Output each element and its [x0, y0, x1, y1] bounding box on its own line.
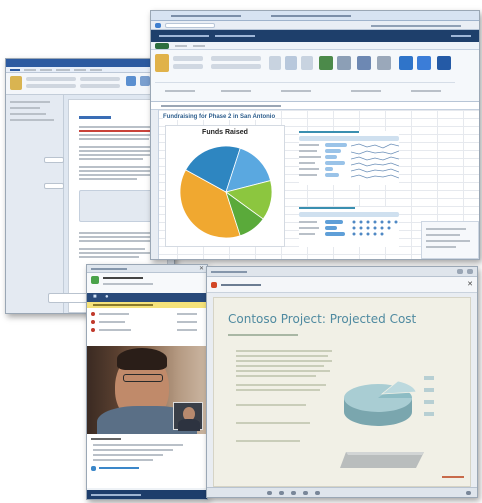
excel-ribbon[interactable] [151, 50, 479, 102]
word-ribbon[interactable] [6, 73, 174, 95]
people-icon[interactable]: ● [105, 294, 109, 300]
funds-pie-chart [179, 145, 273, 239]
lync-status-bar [87, 490, 207, 499]
slide-3d-slab [340, 452, 424, 468]
video-feed[interactable] [87, 346, 207, 434]
ppt-title-bar [207, 267, 477, 277]
slide-subtitle [228, 334, 298, 336]
dot-sparklines [352, 220, 398, 236]
lync-toolbar[interactable]: ■ ● [87, 293, 207, 302]
powerpoint-sharing-window: ✕ Contoso Project: Projected Cost [206, 266, 478, 498]
sparklines [351, 143, 399, 179]
excel-suite-bar [151, 30, 479, 42]
participant-list[interactable] [87, 308, 207, 346]
excel-ribbon-tabs[interactable] [151, 42, 479, 50]
instant-message-history[interactable] [87, 434, 207, 488]
task-pane[interactable] [421, 221, 479, 259]
formula-bar[interactable] [151, 102, 479, 110]
sheet-heading: Fundraising for Phase 2 in San Antonio [163, 114, 276, 120]
word-title-bar [6, 59, 174, 67]
browser-address-bar[interactable] [151, 21, 479, 30]
excel-web-app-window: Fundraising for Phase 2 in San Antonio F… [150, 10, 480, 260]
donors-table[interactable] [299, 131, 399, 185]
chart-title: Funds Raised [202, 129, 248, 136]
lync-contact-header [87, 273, 207, 293]
row-headers [151, 110, 159, 259]
campaign-table[interactable] [299, 207, 399, 247]
word-comment-balloon[interactable] [44, 157, 64, 163]
ppt-status-bar[interactable] [207, 487, 477, 497]
slide[interactable]: Contoso Project: Projected Cost [213, 297, 471, 487]
pie-chart-card[interactable]: Funds Raised [165, 125, 285, 247]
ppt-toolbar[interactable]: ✕ [207, 277, 477, 293]
self-view-thumbnail[interactable] [173, 402, 203, 431]
close-icon[interactable]: ✕ [467, 280, 473, 288]
lync-conversation-window: ✕ ■ ● [86, 264, 208, 500]
word-comment-balloon[interactable] [44, 183, 64, 189]
lync-title-bar: ✕ [87, 265, 207, 273]
close-icon[interactable]: ✕ [199, 265, 204, 272]
video-icon[interactable]: ■ [93, 294, 97, 300]
word-navigation-pane[interactable] [6, 95, 64, 313]
slide-footer-mark [442, 476, 464, 478]
slide-title: Contoso Project: Projected Cost [228, 312, 417, 326]
slide-3d-pie-chart [344, 376, 434, 426]
browser-title-bar [151, 11, 479, 21]
